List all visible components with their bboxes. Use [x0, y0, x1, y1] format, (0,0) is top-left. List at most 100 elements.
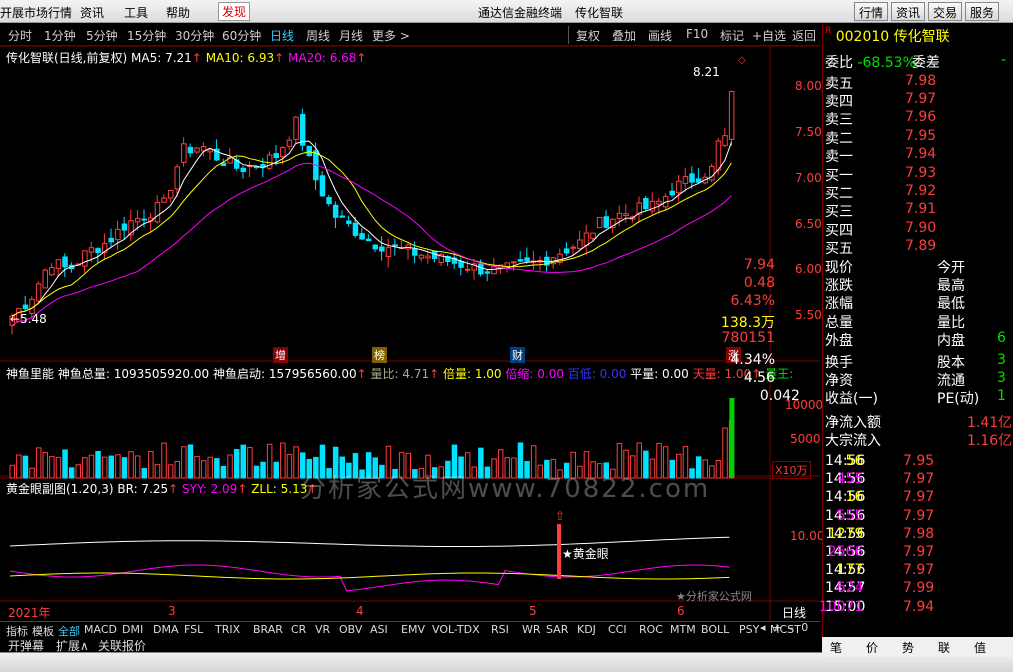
indicator-tab[interactable]: BRAR [253, 623, 283, 636]
volume-bar [9, 464, 15, 479]
candle [187, 146, 194, 154]
candle [240, 167, 246, 173]
event-mark[interactable]: 财 [510, 347, 525, 363]
period-daily[interactable]: 日线 [270, 27, 294, 44]
quote-stat: 换手 4.34% 股本 3 [730, 352, 1006, 371]
quote-panel: R 002010 传化智联 委比 -68.53% 委差 - 卖五 7.98 卖四 7.97… [721, 24, 1013, 637]
tick-row: 14:56 7.97 16 [825, 489, 935, 506]
candle [484, 271, 491, 274]
quote-tab[interactable]: 势 [902, 639, 914, 656]
period-monthly[interactable]: 月线 [339, 27, 363, 44]
service-button[interactable]: 服务 [965, 2, 1000, 21]
chart-area[interactable]: ⇧◇ [0, 46, 820, 621]
info-button[interactable]: 资讯 [891, 2, 926, 21]
tick-row: 14:56 7.98 1279 [825, 525, 935, 542]
indicator-tab[interactable]: VOL-TDX [432, 623, 480, 636]
period-5min[interactable]: 5分钟 [86, 27, 118, 44]
draw-button[interactable]: 画线 [648, 27, 672, 44]
event-mark[interactable]: 增 [273, 347, 288, 363]
indicator-tab[interactable]: ASI [370, 623, 388, 636]
volume-bar [88, 454, 95, 479]
menu-market[interactable]: 开展市场行情 [0, 4, 72, 21]
quote-stat: 涨跌 0.48 最高 [743, 275, 965, 295]
candle [379, 246, 385, 252]
volume-bar [220, 465, 227, 479]
f10-button[interactable]: F10 [686, 27, 708, 41]
volume-bar [240, 444, 246, 479]
price-tick: 6.00 [795, 262, 822, 276]
candle [478, 263, 484, 275]
quote-tab[interactable]: 笔 [830, 639, 842, 656]
tick-row: 14:56 7.97 177 [825, 562, 935, 579]
event-mark[interactable]: 榜 [372, 347, 387, 363]
br-label: BR: 7.25 [117, 482, 169, 496]
period-60min[interactable]: 60分钟 [222, 27, 261, 44]
volume-bar [128, 451, 134, 479]
indicator-tab[interactable]: SAR [546, 623, 568, 636]
candle [181, 143, 187, 163]
indicator-tab[interactable]: CR [291, 623, 306, 636]
volume-chart-header: 神鱼里能 神鱼总量: 1093505920.00 神鱼启动: 157956560… [6, 367, 794, 381]
menu-help[interactable]: 帮助 [166, 4, 190, 21]
low-price-label: ←5.48 [10, 312, 47, 326]
volume-title: 神鱼里能 [6, 367, 55, 381]
volume-bar [55, 456, 62, 479]
overlay-button[interactable]: 叠加 [612, 27, 636, 44]
indicator-tab[interactable]: DMI [122, 623, 143, 636]
candle [728, 91, 735, 140]
menu-discover[interactable]: 发现 [218, 2, 251, 21]
indicator-tab[interactable]: FSL [184, 623, 203, 636]
indicator-tab[interactable]: CCI [608, 623, 627, 636]
quote-tab[interactable]: 价 [866, 639, 878, 656]
volume-bar [68, 467, 75, 479]
candle [88, 247, 95, 253]
candle [385, 247, 392, 258]
quote-stat: 收益(一) 0.042 PE(动) 1 [759, 388, 1006, 408]
indicator-tab[interactable]: VR [315, 623, 330, 636]
menu-news[interactable]: 资讯 [80, 4, 104, 21]
tick-row: 14:56 7.97 455 [825, 471, 935, 488]
candle [154, 202, 161, 223]
bid-level: 买四 7.90 [825, 219, 937, 239]
zoom-controls[interactable]: ◂ + – 0 [760, 621, 808, 634]
menu-tools[interactable]: 工具 [124, 4, 148, 21]
volume-bar [293, 446, 299, 479]
candle [511, 261, 517, 264]
period-1min[interactable]: 1分钟 [44, 27, 76, 44]
app-title: 通达信金融终端 [478, 6, 563, 20]
volume-bar [227, 454, 233, 479]
indicator-tab[interactable]: ROC [639, 623, 663, 636]
volume-bar [253, 465, 260, 479]
indicator-tab[interactable]: RSI [491, 623, 509, 636]
indicator-tab[interactable]: PSY [739, 623, 759, 636]
period-15min[interactable]: 15分钟 [127, 27, 166, 44]
back-button[interactable]: 返回 [792, 27, 816, 44]
quote-tab[interactable]: 联 [938, 639, 950, 656]
indicator-tab[interactable]: OBV [339, 623, 362, 636]
candle [418, 254, 425, 259]
watermark: 分析家公式网www.70822.com [300, 474, 711, 504]
quote-button[interactable]: 行情 [854, 2, 889, 21]
candle [372, 244, 378, 250]
indicator-tab[interactable]: EMV [401, 623, 425, 636]
candle [596, 216, 603, 229]
sub-tick: 10.00 [790, 529, 825, 543]
indicator-tab[interactable]: BOLL [701, 623, 729, 636]
period-tick[interactable]: 分时 [8, 27, 32, 44]
indicator-tab[interactable]: DMA [153, 623, 179, 636]
mark-button[interactable]: 标记 [720, 27, 744, 44]
period-weekly[interactable]: 周线 [306, 27, 330, 44]
candle [590, 232, 596, 239]
add-watchlist-button[interactable]: +自选 [752, 27, 786, 44]
indicator-tab[interactable]: WR [522, 623, 541, 636]
indicator-tab[interactable]: TRIX [215, 623, 240, 636]
period-more[interactable]: 更多 > [372, 27, 410, 44]
indicator-tab[interactable]: MACD [84, 623, 117, 636]
main-chart-header: 传化智联(日线,前复权) MA5: 7.21↑ MA10: 6.93↑ MA20… [6, 51, 367, 65]
period-30min[interactable]: 30分钟 [175, 27, 214, 44]
indicator-tab[interactable]: KDJ [577, 623, 596, 636]
trade-button[interactable]: 交易 [928, 2, 963, 21]
adjust-button[interactable]: 复权 [576, 27, 600, 44]
quote-tab[interactable]: 值 [974, 639, 986, 656]
indicator-tab[interactable]: MTM [670, 623, 696, 636]
